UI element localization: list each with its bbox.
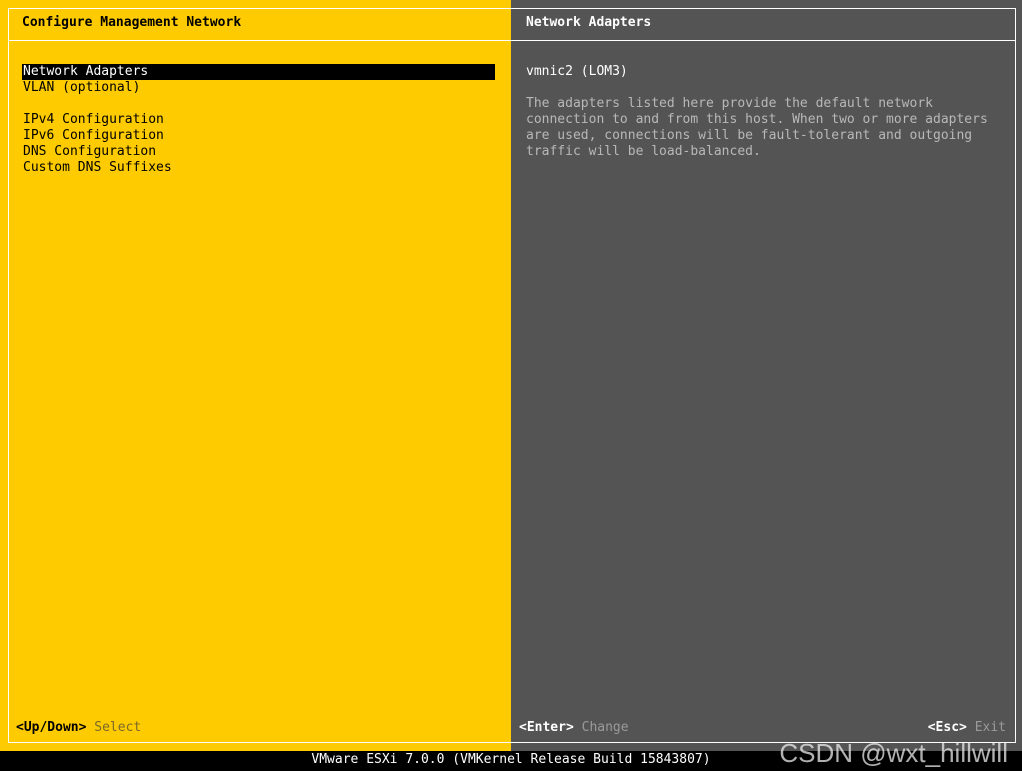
- menu-item-network-adapters[interactable]: Network Adapters: [22, 64, 495, 80]
- menu-item-custom-dns-suffixes[interactable]: Custom DNS Suffixes: [22, 160, 495, 176]
- left-panel: Configure Management Network Network Ada…: [0, 0, 511, 751]
- adapter-description: The adapters listed here provide the def…: [526, 96, 988, 159]
- right-panel: Network Adapters vmnic2 (LOM3) The adapt…: [511, 0, 1022, 751]
- hint-select-action: Select: [94, 720, 142, 735]
- hint-updown-key: <Up/Down>: [16, 720, 87, 735]
- menu-item-dns-configuration[interactable]: DNS Configuration: [22, 144, 495, 160]
- menu-spacer: [22, 96, 495, 112]
- watermark: CSDN @wxt_hillwill: [779, 738, 1008, 768]
- hint-select: <Up/Down> Select: [16, 720, 141, 736]
- menu-item-vlan[interactable]: VLAN (optional): [22, 80, 495, 96]
- hint-exit-action: Exit: [974, 720, 1006, 735]
- hint-enter-key: <Enter>: [519, 720, 574, 735]
- adapter-name: vmnic2 (LOM3): [526, 64, 628, 79]
- left-panel-title: Configure Management Network: [22, 15, 242, 30]
- left-title-divider: [9, 40, 511, 41]
- right-panel-title: Network Adapters: [526, 15, 652, 30]
- hint-exit[interactable]: <Esc> Exit: [928, 720, 1006, 736]
- menu-item-ipv6-configuration[interactable]: IPv6 Configuration: [22, 128, 495, 144]
- right-title-divider: [511, 40, 1015, 41]
- hint-esc-key: <Esc>: [927, 720, 967, 735]
- network-menu: Network Adapters VLAN (optional) IPv4 Co…: [22, 64, 495, 176]
- hint-change-action: Change: [581, 720, 629, 735]
- menu-item-ipv4-configuration[interactable]: IPv4 Configuration: [22, 112, 495, 128]
- hint-change[interactable]: <Enter> Change: [519, 720, 629, 736]
